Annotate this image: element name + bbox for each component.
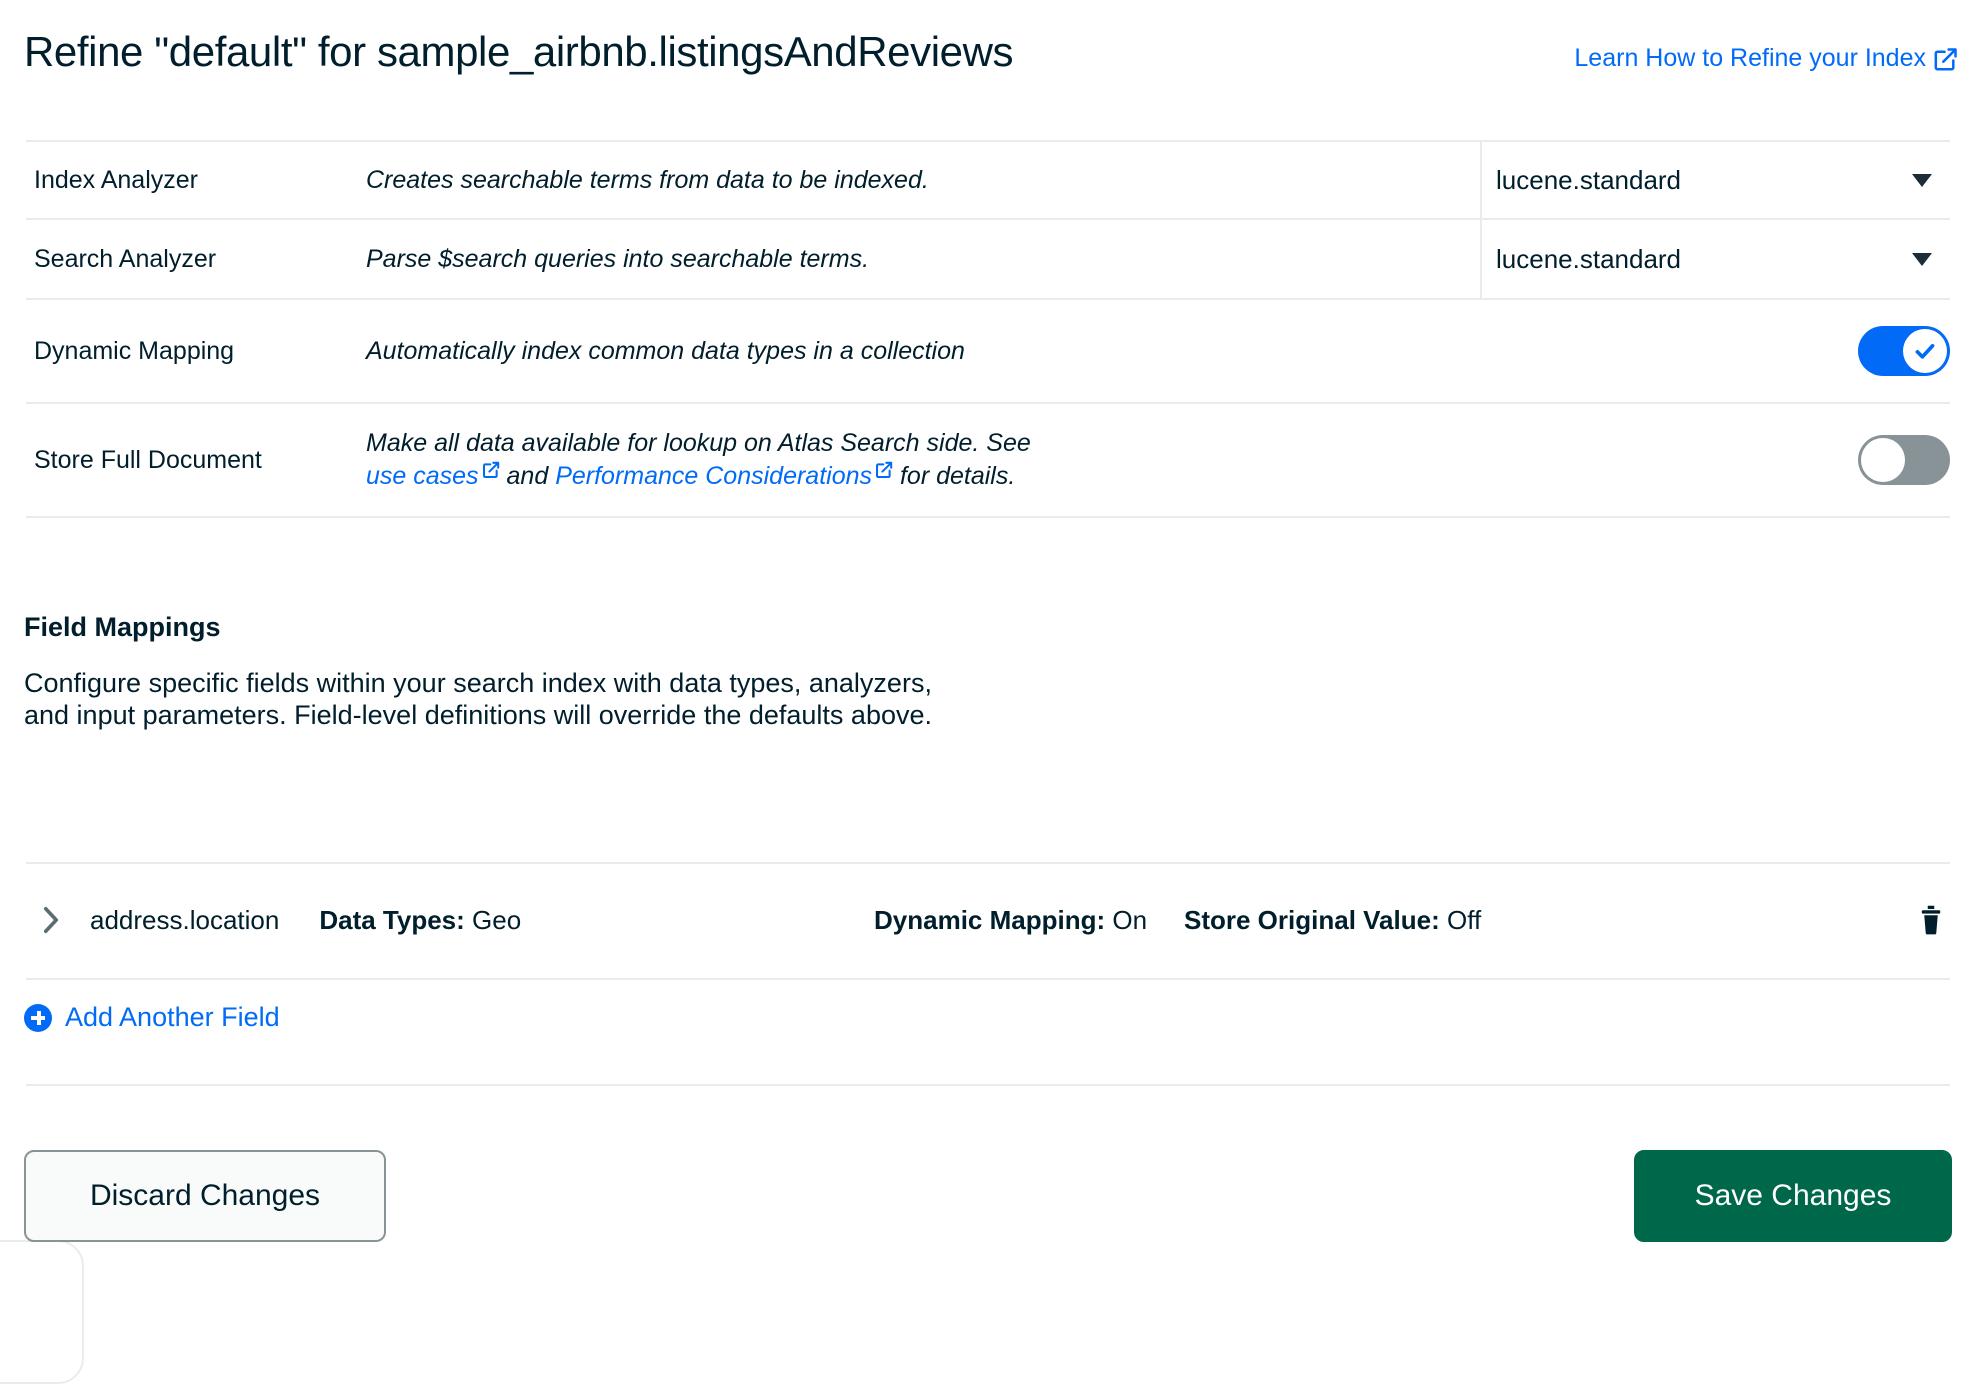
add-another-field-button[interactable]: Add Another Field bbox=[24, 1002, 280, 1033]
store-full-document-label: Store Full Document bbox=[34, 445, 262, 474]
field-dynamic-mapping-value: On bbox=[1112, 904, 1148, 935]
field-store-original-value: Off bbox=[1446, 904, 1482, 935]
search-analyzer-label: Search Analyzer bbox=[34, 244, 217, 273]
chevron-down-icon bbox=[1912, 252, 1932, 266]
table-row: address.location Data Types: Geo Dynamic… bbox=[26, 862, 1950, 978]
learn-how-to-refine-link[interactable]: Learn How to Refine your Index bbox=[1574, 44, 1958, 73]
dynamic-mapping-control-cell bbox=[1480, 300, 1950, 402]
use-cases-link-label: use cases bbox=[366, 462, 479, 490]
index-analyzer-select[interactable]: lucene.standard bbox=[1496, 142, 1950, 218]
field-store-original-label: Store Original Value: bbox=[1184, 904, 1440, 935]
search-analyzer-control-cell: lucene.standard bbox=[1480, 220, 1950, 298]
chevron-down-icon bbox=[1912, 173, 1932, 187]
external-link-icon bbox=[875, 461, 893, 479]
field-data-types: Data Types: Geo bbox=[319, 905, 521, 936]
performance-considerations-link-label: Performance Considerations bbox=[555, 462, 873, 490]
store-full-doc-text-3: for details. bbox=[899, 462, 1016, 490]
learn-link-label: Learn How to Refine your Index bbox=[1574, 44, 1926, 72]
field-store-original-value: Store Original Value: Off bbox=[1184, 905, 1481, 936]
chevron-right-icon[interactable] bbox=[34, 905, 68, 935]
store-full-document-toggle[interactable] bbox=[1858, 435, 1950, 485]
field-data-types-label: Data Types: bbox=[319, 904, 465, 935]
search-analyzer-selected-value: lucene.standard bbox=[1496, 243, 1682, 274]
dynamic-mapping-toggle[interactable] bbox=[1858, 326, 1950, 376]
search-analyzer-description: Parse $search queries into searchable te… bbox=[366, 244, 870, 273]
plus-circle-icon bbox=[24, 1003, 52, 1032]
search-analyzer-select[interactable]: lucene.standard bbox=[1496, 220, 1950, 298]
store-full-document-control-cell bbox=[1480, 404, 1950, 516]
field-data-types-value: Geo bbox=[472, 904, 522, 935]
index-settings-table: Index Analyzer Creates searchable terms … bbox=[26, 140, 1950, 518]
index-analyzer-description: Creates searchable terms from data to be… bbox=[366, 165, 929, 194]
add-another-field-label: Add Another Field bbox=[65, 1002, 280, 1032]
panel-edge-decoration bbox=[0, 1240, 84, 1384]
page-header: Refine "default" for sample_airbnb.listi… bbox=[0, 0, 1976, 108]
save-changes-button[interactable]: Save Changes bbox=[1634, 1150, 1952, 1242]
field-dynamic-mapping-label: Dynamic Mapping: bbox=[874, 904, 1106, 935]
field-mappings-title: Field Mappings bbox=[24, 612, 221, 642]
dynamic-mapping-description: Automatically index common data types in… bbox=[366, 336, 965, 365]
check-icon bbox=[1915, 343, 1935, 359]
field-dynamic-mapping: Dynamic Mapping: On bbox=[874, 905, 1147, 936]
index-analyzer-label: Index Analyzer bbox=[34, 165, 198, 194]
index-analyzer-control-cell: lucene.standard bbox=[1480, 142, 1950, 218]
index-analyzer-selected-value: lucene.standard bbox=[1496, 164, 1682, 195]
divider bbox=[26, 978, 1950, 980]
store-full-document-description: Make all data available for lookup on At… bbox=[366, 404, 1480, 516]
field-name: address.location bbox=[90, 904, 280, 935]
settings-row-index-analyzer: Index Analyzer Creates searchable terms … bbox=[26, 140, 1950, 220]
performance-considerations-link[interactable]: Performance Considerations bbox=[555, 461, 893, 490]
delete-field-button[interactable] bbox=[1918, 905, 1944, 935]
settings-row-store-full-document: Store Full Document Make all data availa… bbox=[26, 404, 1950, 518]
divider bbox=[26, 1084, 1950, 1086]
use-cases-link[interactable]: use cases bbox=[366, 461, 500, 490]
external-link-icon bbox=[1933, 47, 1958, 72]
trash-icon bbox=[1921, 905, 1941, 935]
toggle-knob bbox=[1861, 438, 1905, 482]
dynamic-mapping-label: Dynamic Mapping bbox=[34, 336, 235, 365]
settings-row-search-analyzer: Search Analyzer Parse $search queries in… bbox=[26, 220, 1950, 300]
refine-index-page: Refine "default" for sample_airbnb.listi… bbox=[0, 0, 1976, 1384]
store-full-doc-text-1: Make all data available for lookup on At… bbox=[366, 429, 1031, 457]
field-mappings-description: Configure specific fields within your se… bbox=[24, 668, 932, 730]
page-title: Refine "default" for sample_airbnb.listi… bbox=[24, 28, 1014, 75]
toggle-knob bbox=[1903, 329, 1947, 373]
discard-changes-button[interactable]: Discard Changes bbox=[24, 1150, 386, 1242]
external-link-icon bbox=[482, 461, 500, 479]
settings-row-dynamic-mapping: Dynamic Mapping Automatically index comm… bbox=[26, 300, 1950, 404]
store-full-doc-text-2: and bbox=[506, 462, 549, 490]
